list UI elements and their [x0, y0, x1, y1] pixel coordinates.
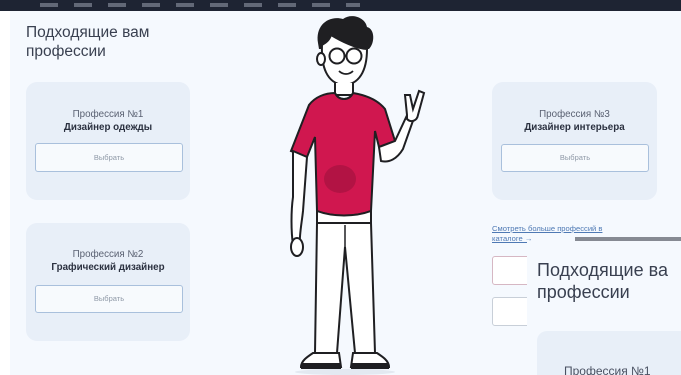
- overlapping-window: Подходящие ва профессии Профессия №1: [527, 241, 681, 375]
- page-title: Подходящие вам профессии: [26, 24, 150, 60]
- profession-card-2-number: Профессия №2: [72, 249, 144, 260]
- profession-card-3-name: Дизайнер интерьера: [524, 122, 625, 133]
- overlay-card-number: Профессия №1: [564, 364, 651, 375]
- profession-card-1-number: Профессия №1: [72, 109, 144, 120]
- top-bar-tabs: [40, 3, 360, 7]
- profession-card-3: Профессия №3 Дизайнер интерьера Выбрать: [492, 82, 657, 200]
- select-profession-1-button[interactable]: Выбрать: [35, 143, 183, 172]
- profession-card-2-name: Графический дизайнер: [51, 262, 165, 273]
- overlay-page-title: Подходящие ва профессии: [537, 259, 681, 303]
- catalog-link-line-1: Смотреть больше профессий в: [492, 224, 603, 233]
- profession-card-2: Профессия №2 Графический дизайнер Выбрат…: [26, 223, 190, 341]
- profession-card-1: Профессия №1 Дизайнер одежды Выбрать: [26, 82, 190, 200]
- overlay-title-text: Подходящие ва профессии: [537, 260, 668, 302]
- browser-top-bar: [0, 0, 681, 11]
- select-profession-3-button[interactable]: Выбрать: [501, 144, 649, 172]
- person-victory-icon: [289, 16, 426, 375]
- profession-card-1-name: Дизайнер одежды: [63, 122, 153, 133]
- profession-card-3-number: Профессия №3: [539, 109, 610, 120]
- select-profession-2-button[interactable]: Выбрать: [35, 285, 183, 313]
